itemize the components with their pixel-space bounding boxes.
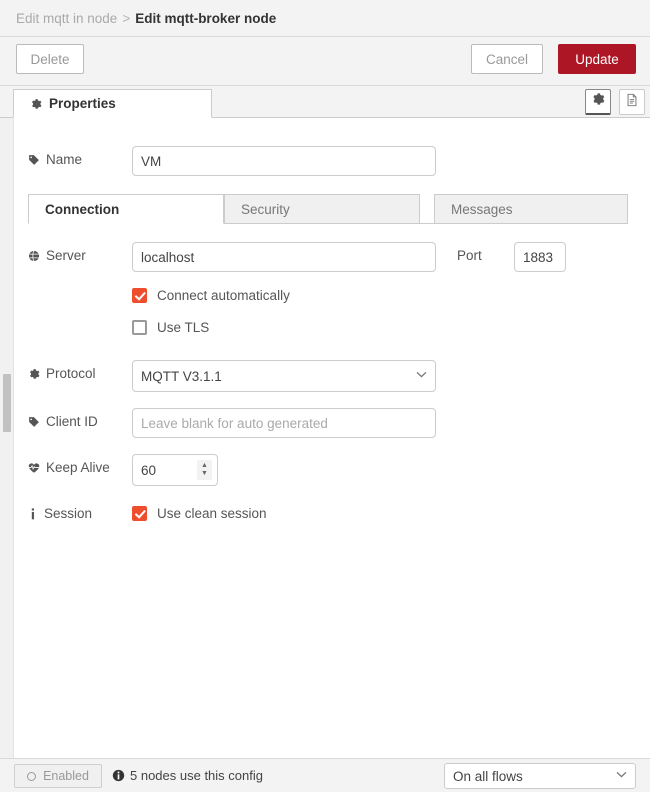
client-id-row: Client ID — [14, 408, 650, 440]
checkbox-checked-icon[interactable] — [132, 288, 147, 303]
update-button[interactable]: Update — [558, 44, 636, 74]
config-usage-info: 5 nodes use this config — [112, 768, 263, 783]
tab-security[interactable]: Security — [224, 194, 420, 224]
tab-properties[interactable]: Properties — [13, 89, 212, 118]
protocol-row: Protocol MQTT V3.1.1 — [14, 360, 650, 392]
config-usage-text: 5 nodes use this config — [130, 768, 263, 783]
info-circle-icon — [112, 769, 125, 782]
checkbox-unchecked-icon[interactable] — [132, 320, 147, 335]
use-tls-checkbox[interactable]: Use TLS — [132, 320, 209, 335]
connect-automatically-checkbox[interactable]: Connect automatically — [132, 288, 290, 303]
server-input[interactable] — [132, 242, 436, 272]
globe-icon — [28, 250, 40, 262]
port-input[interactable] — [514, 242, 566, 272]
panel-scrollbar[interactable] — [0, 108, 14, 758]
breadcrumb-current: Edit mqtt-broker node — [135, 10, 277, 26]
document-icon — [625, 93, 639, 112]
connection-tabs: Connection Security Messages — [28, 194, 628, 224]
dialog-tabstrip: Properties — [0, 86, 650, 118]
tabstrip-filler — [212, 89, 636, 118]
session-label: Session — [28, 506, 92, 521]
breadcrumb-previous[interactable]: Edit mqtt in node — [16, 11, 117, 26]
keep-alive-stepper[interactable]: 60 ▲ ▼ — [132, 454, 218, 486]
panel-scrollbar-thumb[interactable] — [3, 374, 11, 432]
tab-properties-label: Properties — [49, 96, 116, 111]
gear-icon — [28, 368, 40, 380]
port-label: Port — [457, 248, 482, 263]
tag-icon — [28, 154, 40, 166]
keep-alive-row: Keep Alive 60 ▲ ▼ — [14, 454, 650, 486]
tab-messages[interactable]: Messages — [434, 194, 628, 224]
scope-select-wrapper: On all flows — [444, 763, 636, 789]
breadcrumb-separator: > — [122, 10, 131, 26]
scope-select[interactable]: On all flows — [444, 763, 636, 789]
session-row: Session — [14, 502, 650, 530]
server-label: Server — [28, 248, 86, 263]
stepper-down-icon[interactable]: ▼ — [201, 470, 208, 478]
enabled-toggle-button[interactable]: Enabled — [14, 764, 102, 788]
tab-connection[interactable]: Connection — [28, 194, 224, 224]
properties-form: Name Connection Security Messages — [14, 118, 650, 792]
tab-security-label: Security — [241, 201, 290, 217]
name-label: Name — [28, 152, 82, 167]
client-id-input[interactable] — [132, 408, 436, 438]
tab-messages-label: Messages — [451, 201, 513, 217]
protocol-select-wrapper: MQTT V3.1.1 — [132, 360, 436, 392]
use-tls-label: Use TLS — [157, 320, 210, 335]
use-clean-session-checkbox[interactable]: Use clean session — [132, 506, 267, 521]
server-row: Server Port — [14, 242, 650, 274]
name-row: Name — [14, 146, 650, 178]
keep-alive-value: 60 — [141, 462, 157, 478]
client-id-label-text: Client ID — [46, 414, 98, 429]
tag-icon — [28, 416, 40, 428]
description-icon-button[interactable] — [619, 89, 645, 115]
info-icon — [28, 507, 38, 520]
server-label-text: Server — [46, 248, 86, 263]
gear-icon — [591, 92, 605, 111]
cancel-button[interactable]: Cancel — [471, 44, 543, 74]
session-label-text: Session — [44, 506, 93, 521]
connect-automatically-label: Connect automatically — [157, 288, 290, 303]
stepper-up-icon[interactable]: ▲ — [201, 462, 208, 470]
use-clean-session-label: Use clean session — [157, 506, 267, 521]
dialog-toolbar: Delete Cancel Update — [0, 37, 650, 86]
protocol-label: Protocol — [28, 366, 96, 381]
enabled-label: Enabled — [43, 769, 89, 783]
protocol-label-text: Protocol — [46, 366, 96, 381]
heartbeat-icon — [28, 462, 40, 474]
client-id-label: Client ID — [28, 414, 98, 429]
settings-icon-button[interactable] — [585, 89, 611, 115]
keep-alive-label: Keep Alive — [28, 460, 110, 475]
keep-alive-label-text: Keep Alive — [46, 460, 110, 475]
stepper-arrows-icon[interactable]: ▲ ▼ — [197, 460, 212, 480]
edit-mqtt-broker-dialog: Edit mqtt in node > Edit mqtt-broker nod… — [0, 0, 650, 792]
delete-button[interactable]: Delete — [16, 44, 84, 74]
checkbox-checked-icon[interactable] — [132, 506, 147, 521]
dialog-footer: Enabled 5 nodes use this config On all f… — [0, 758, 650, 792]
name-input[interactable] — [132, 146, 436, 176]
circle-icon — [27, 771, 37, 781]
gear-icon — [30, 98, 42, 110]
protocol-select[interactable]: MQTT V3.1.1 — [132, 360, 436, 392]
breadcrumb: Edit mqtt in node > Edit mqtt-broker nod… — [0, 0, 650, 37]
name-label-text: Name — [46, 152, 83, 167]
tab-connection-label: Connection — [45, 201, 120, 217]
